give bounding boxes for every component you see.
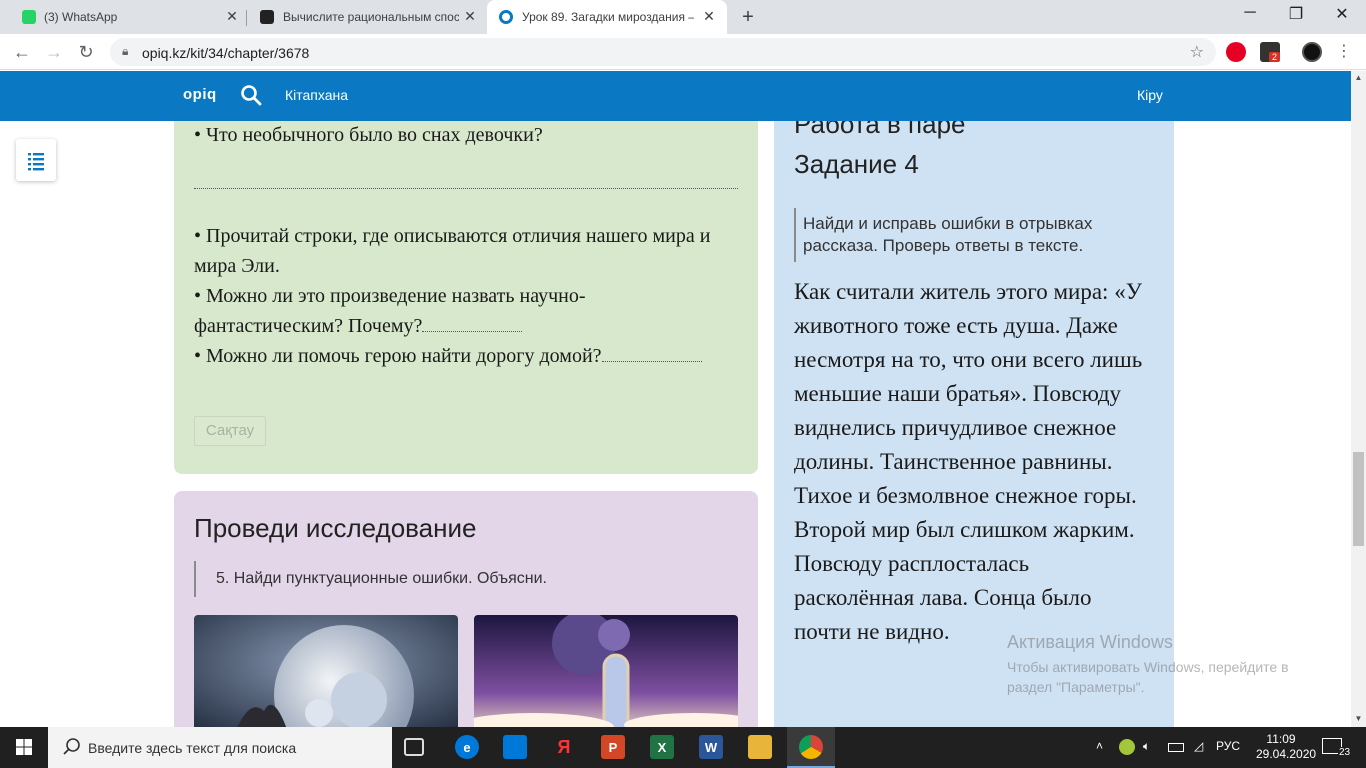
taskbar-search-box[interactable]: Введите здесь текст для поиска: [48, 727, 392, 768]
taskbar-search-placeholder: Введите здесь текст для поиска: [88, 740, 297, 756]
reload-icon[interactable]: ↻: [74, 40, 98, 64]
tab-opiq[interactable]: Урок 89. Загадки мироздания – ✕: [487, 0, 727, 34]
lock-icon: 🔒︎: [122, 44, 129, 58]
list-icon: [28, 153, 44, 171]
file-explorer-icon[interactable]: [748, 735, 772, 759]
task-title: Задание 4: [794, 149, 919, 179]
edge-icon[interactable]: e: [455, 735, 479, 759]
tab-title: Урок 89. Загадки мироздания –: [522, 10, 694, 24]
forward-arrow-icon[interactable]: →: [42, 40, 66, 64]
powerpoint-icon[interactable]: P: [601, 735, 625, 759]
windows-activation-watermark: Активация Windows Чтобы активировать Win…: [1007, 632, 1317, 697]
watermark-text: Чтобы активировать Windows, перейдите в …: [1007, 659, 1289, 695]
browser-tab-strip: (3) WhatsApp ✕ Вычислите рациональным сп…: [0, 0, 1366, 34]
planets-image[interactable]: [194, 615, 458, 727]
pair-work-heading: Работа в паре: [794, 121, 966, 139]
login-link[interactable]: Кіру: [1137, 87, 1163, 103]
profile-avatar[interactable]: [1302, 42, 1322, 62]
question-help-hero: • Можно ли помочь герою найти дорогу дом…: [194, 341, 734, 371]
research-title: Проведи исследование: [194, 513, 477, 543]
url-text[interactable]: opiq.kz/kit/34/chapter/3678: [142, 45, 309, 61]
answer-line[interactable]: [194, 188, 738, 189]
clock-date: 29.04.2020: [1256, 747, 1317, 761]
show-hidden-icons-icon[interactable]: ˄: [1096, 739, 1103, 753]
portal-image[interactable]: [474, 615, 738, 727]
close-icon[interactable]: ✕: [701, 8, 717, 25]
whatsapp-icon: [22, 10, 36, 24]
question-sci-fi: • Можно ли это произведение назвать науч…: [194, 285, 586, 337]
task-instruction: Найди и исправь ошибки в отрывках расска…: [794, 208, 1134, 262]
windows-logo-icon: [16, 739, 32, 755]
excel-icon[interactable]: X: [650, 735, 674, 759]
window-close-icon[interactable]: ✕: [1330, 4, 1354, 24]
scroll-up-arrow-icon[interactable]: ▲: [1351, 73, 1366, 82]
minimize-icon[interactable]: ─: [1238, 4, 1262, 22]
menu-kebab-icon[interactable]: ⋮: [1332, 40, 1356, 64]
chrome-taskbar-item[interactable]: [787, 727, 835, 768]
questions-card: • Что необычного было во снах девочки? •…: [174, 121, 758, 474]
store-icon[interactable]: [503, 735, 527, 759]
questions-list: • Прочитай строки, где описываются отлич…: [194, 221, 734, 371]
back-arrow-icon[interactable]: ←: [10, 40, 34, 64]
close-icon[interactable]: ✕: [462, 8, 478, 25]
task-view-icon[interactable]: [404, 738, 424, 756]
page-content: • Что необычного было во снах девочки? •…: [0, 121, 1351, 727]
yandex-browser-icon[interactable]: Я: [552, 735, 576, 759]
watermark-title: Активация Windows: [1007, 632, 1173, 652]
word-icon[interactable]: W: [699, 735, 723, 759]
volume-icon[interactable]: 🔈︎: [1143, 739, 1150, 754]
research-card: Проведи исследование 5. Найди пунктуацио…: [174, 491, 758, 727]
table-of-contents-button[interactable]: [16, 139, 56, 181]
clock-time: 11:09: [1266, 732, 1296, 746]
start-button[interactable]: [0, 727, 48, 768]
search-icon[interactable]: [240, 84, 262, 106]
scrollbar-thumb[interactable]: [1353, 452, 1364, 546]
url-bar[interactable]: 🔒︎ opiq.kz/kit/34/chapter/3678 ☆: [110, 38, 1216, 66]
save-button[interactable]: Сақтау: [194, 416, 266, 446]
tab-title: Вычислите рациональным спос: [283, 10, 459, 24]
znanija-icon: [260, 10, 274, 24]
notifications-count: 23: [1338, 747, 1352, 758]
vertical-scrollbar[interactable]: ▲ ▼: [1351, 71, 1366, 727]
search-icon: [63, 738, 80, 755]
clock[interactable]: 11:09 29.04.2020: [1256, 732, 1317, 762]
nav-library-link[interactable]: Кітапхана: [285, 87, 348, 103]
extension-icon[interactable]: 2: [1260, 42, 1281, 62]
chrome-icon: [799, 735, 823, 759]
security-status-icon[interactable]: [1119, 739, 1135, 755]
opiq-logo[interactable]: opiq: [183, 86, 217, 103]
bookmark-star-icon[interactable]: ☆: [1190, 42, 1204, 62]
scroll-down-arrow-icon[interactable]: ▼: [1351, 714, 1366, 723]
windows-taskbar: Введите здесь текст для поиска e Я P X W…: [0, 727, 1366, 768]
site-header: opiq Кітапхана Кіру: [0, 71, 1351, 121]
pinterest-icon[interactable]: [1226, 42, 1246, 62]
tab-whatsapp[interactable]: (3) WhatsApp ✕: [0, 0, 246, 34]
tab-title: (3) WhatsApp: [44, 10, 118, 24]
network-icon[interactable]: ◿: [1194, 739, 1203, 753]
input-language[interactable]: РУС: [1216, 739, 1240, 753]
research-task: 5. Найди пунктуационные ошибки. Объясни.: [194, 561, 547, 597]
story-excerpt: Как считали житель этого мира: «У животн…: [794, 279, 1143, 644]
tab-znanija[interactable]: Вычислите рациональным спос ✕: [246, 0, 486, 34]
extension-badge: 2: [1269, 52, 1281, 62]
restore-icon[interactable]: ❐: [1284, 4, 1308, 24]
answer-blank[interactable]: [601, 344, 702, 362]
close-icon[interactable]: ✕: [224, 8, 240, 25]
opiq-icon: [499, 10, 513, 24]
new-tab-plus-icon[interactable]: +: [738, 6, 758, 29]
question-differences: • Прочитай строки, где описываются отлич…: [194, 225, 711, 277]
answer-blank[interactable]: [422, 314, 523, 332]
address-toolbar: ← → ↻ 🔒︎ opiq.kz/kit/34/chapter/3678 ☆ 2…: [0, 34, 1366, 70]
question-dreams: • Что необычного было во снах девочки?: [194, 124, 543, 146]
battery-icon[interactable]: [1168, 743, 1184, 752]
